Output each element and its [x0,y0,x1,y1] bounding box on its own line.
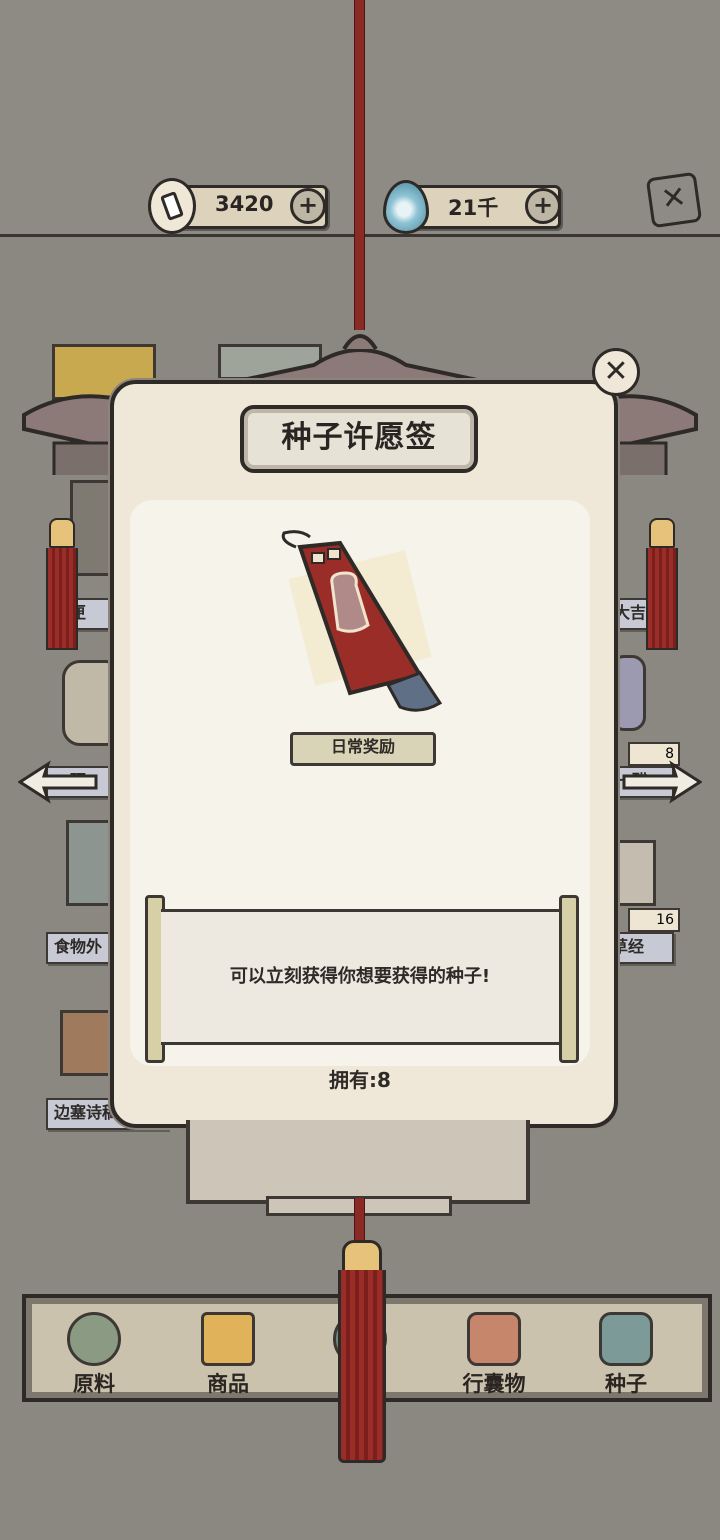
tab-label: 商品 [207,1372,249,1396]
right-tassel [646,518,678,650]
gem-value: 21千 [448,196,499,220]
bg-item-count: 16 [628,908,680,932]
leaf-icon [67,1312,121,1366]
coin-icon [148,178,196,234]
tab-goods[interactable]: 商品 [178,1304,278,1396]
tab-backpack-items[interactable]: 行囊物 [444,1304,544,1396]
add-coins-button[interactable]: + [290,188,326,224]
tab-label: 种子 [605,1372,647,1396]
tab-raw-materials[interactable]: 原料 [44,1304,144,1396]
item-description: 可以立刻获得你想要获得的种子! [229,966,491,987]
dialog-title-plate: 种子许愿签 [240,405,478,473]
bottom-tassel [338,1270,386,1463]
coin-value: 3420 [215,192,274,216]
tab-seeds[interactable]: 种子 [576,1304,676,1396]
robe-icon [467,1312,521,1366]
add-gems-button[interactable]: + [525,188,561,224]
next-arrow-icon[interactable] [622,760,702,804]
bg-item-card [60,1010,112,1076]
previous-arrow-icon[interactable] [18,760,98,804]
tab-label: 原料 [73,1372,115,1396]
close-page-button[interactable]: ✕ [645,171,703,229]
left-tassel [46,518,78,650]
dialog-title: 种子许愿签 [281,420,437,455]
dialog-base [186,1120,530,1204]
daily-reward-badge: 日常奖励 [290,732,436,766]
hanging-rope [354,0,365,330]
tab-label: 行囊物 [462,1372,526,1396]
close-dialog-button[interactable]: ✕ [592,348,640,396]
scroll-rod-right [559,895,579,1063]
seed-bag-icon [599,1312,653,1366]
goods-box-icon [201,1312,255,1366]
owned-count: 拥有:8 [329,1068,391,1092]
wish-tag-icon [281,530,443,712]
